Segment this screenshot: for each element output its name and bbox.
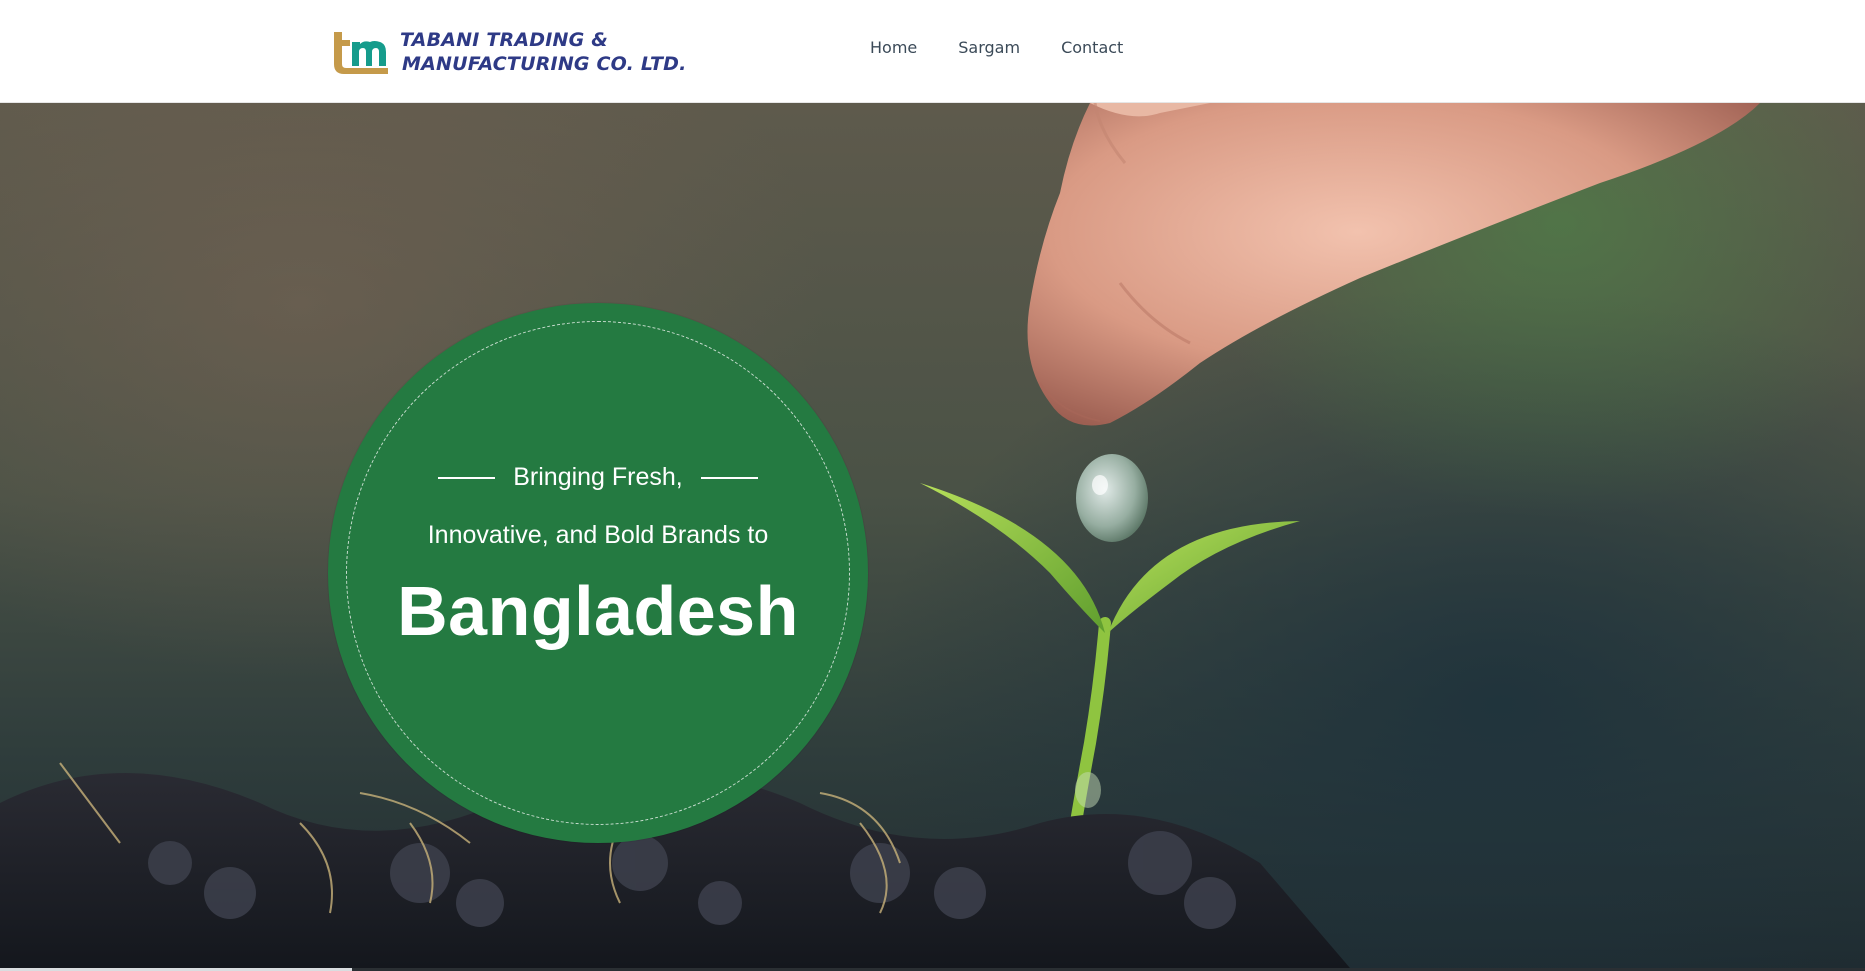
tagline-line-2: Innovative, and Bold Brands to [427, 521, 769, 549]
site-header: TABANI TRADING & MANUFACTURING CO. LTD. … [0, 0, 1865, 103]
tagline-text-1: Bringing Fresh, [513, 463, 683, 491]
left-dash-decoration [438, 477, 496, 480]
nav-home[interactable]: Home [870, 38, 917, 57]
nav-sargam[interactable]: Sargam [958, 38, 1020, 57]
tm-logo-icon [334, 32, 388, 74]
nav-contact[interactable]: Contact [1061, 38, 1123, 57]
hero-background-image [0, 103, 1760, 968]
hero-tagline-circle: Bringing Fresh, Innovative, and Bold Bra… [328, 303, 868, 843]
main-nav: Home Sargam Contact [870, 38, 1123, 57]
company-name-line-2: MANUFACTURING CO. LTD. [402, 53, 687, 75]
right-dash-decoration [700, 477, 758, 480]
company-logo[interactable]: TABANI TRADING & MANUFACTURING CO. LTD. [330, 27, 687, 77]
tagline-headline: Bangladesh [397, 572, 799, 650]
tagline-line-1: Bringing Fresh, [328, 463, 868, 492]
hero-banner: Bringing Fresh, Innovative, and Bold Bra… [0, 103, 1865, 968]
company-name: TABANI TRADING & MANUFACTURING CO. LTD. [400, 28, 687, 76]
company-name-line-1: TABANI TRADING & [400, 29, 608, 51]
